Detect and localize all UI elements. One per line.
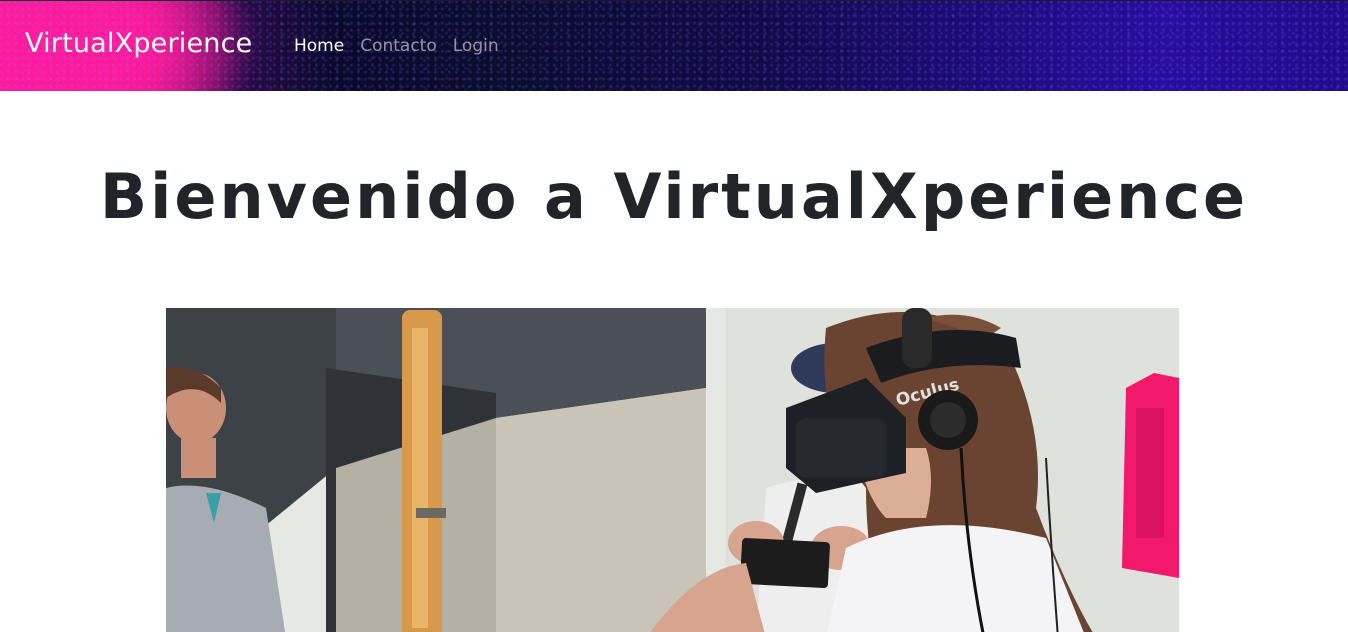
- top-navbar: VirtualXperience Home Contacto Login: [0, 0, 1348, 91]
- hero-image-vr-user: Oculus: [166, 308, 1179, 632]
- nav-link-contacto[interactable]: Contacto: [360, 36, 437, 56]
- nav-link-home[interactable]: Home: [294, 36, 344, 56]
- nav-link-login[interactable]: Login: [453, 36, 499, 56]
- navbar-top-border: [0, 0, 1348, 1]
- page-title: Bienvenido a VirtualXperience: [99, 160, 1249, 233]
- vr-photo-illustration: Oculus: [166, 308, 1179, 632]
- nav-links: Home Contacto Login: [294, 36, 515, 56]
- brand-link[interactable]: VirtualXperience: [25, 28, 252, 59]
